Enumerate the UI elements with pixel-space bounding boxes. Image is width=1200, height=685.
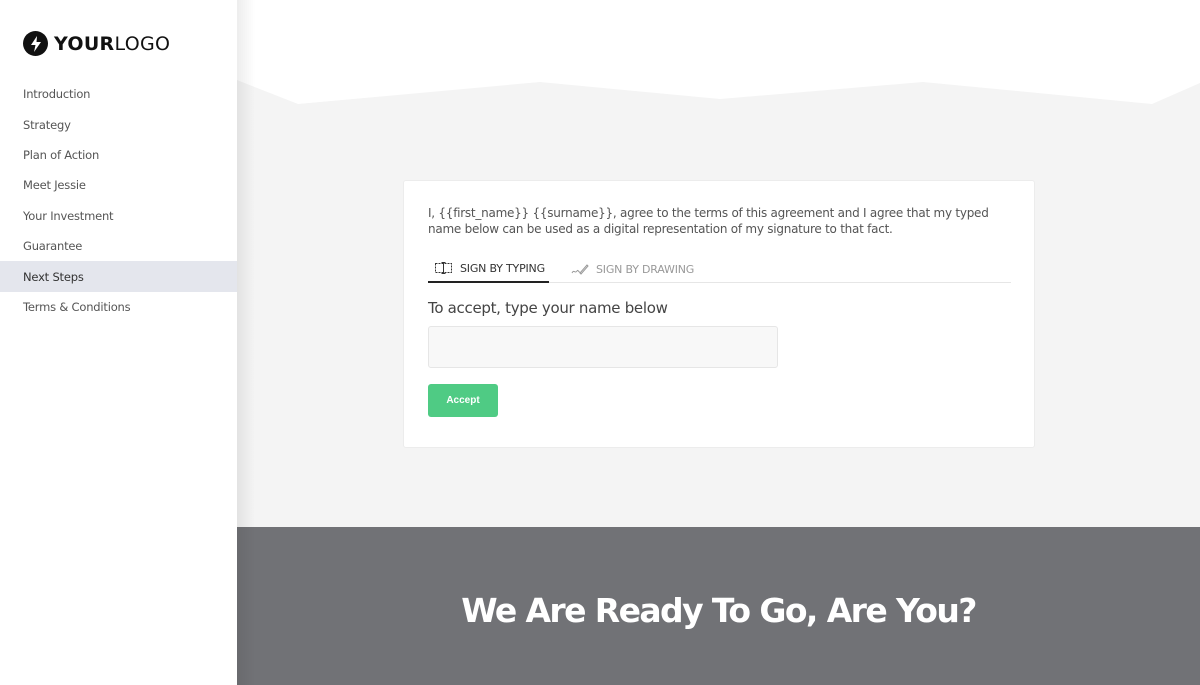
tab-sign-by-typing[interactable]: SIGN BY TYPING [428,255,549,283]
name-input[interactable] [428,326,778,368]
text-cursor-icon [435,262,453,274]
tab-sign-by-drawing-label: SIGN BY DRAWING [596,262,695,276]
footer-banner: We Are Ready To Go, Are You? [237,527,1200,685]
accept-prompt: To accept, type your name below [428,299,668,317]
sidebar: YOURLOGO Introduction Strategy Plan of A… [0,0,237,685]
header-wave-decoration [237,0,1200,104]
sidebar-item-introduction[interactable]: Introduction [0,79,237,109]
logo-text-bold: YOUR [54,32,115,55]
lightning-bolt-icon [23,31,48,56]
sidebar-nav: Introduction Strategy Plan of Action Mee… [0,79,237,322]
sidebar-item-next-steps[interactable]: Next Steps [0,261,237,292]
pen-scribble-icon [571,263,589,275]
footer-title: We Are Ready To Go, Are You? [461,591,977,630]
agreement-text: I, {{first_name}} {{surname}}, agree to … [428,206,989,236]
sidebar-item-terms-conditions[interactable]: Terms & Conditions [0,292,237,322]
logo[interactable]: YOURLOGO [23,31,170,56]
signature-card: I, {{first_name}} {{surname}}, agree to … [403,180,1035,448]
logo-text: YOURLOGO [54,33,170,55]
signature-tabs: SIGN BY TYPING SIGN BY DRAWING [428,255,1011,283]
sidebar-item-your-investment[interactable]: Your Investment [0,201,237,231]
tab-sign-by-drawing[interactable]: SIGN BY DRAWING [549,255,694,283]
accept-button[interactable]: Accept [428,384,498,417]
sidebar-item-meet-jessie[interactable]: Meet Jessie [0,170,237,200]
sidebar-item-strategy[interactable]: Strategy [0,109,237,139]
sidebar-item-plan-of-action[interactable]: Plan of Action [0,140,237,170]
tab-sign-by-typing-label: SIGN BY TYPING [460,261,545,275]
sidebar-item-guarantee[interactable]: Guarantee [0,231,237,261]
logo-text-light: LOGO [114,32,171,55]
